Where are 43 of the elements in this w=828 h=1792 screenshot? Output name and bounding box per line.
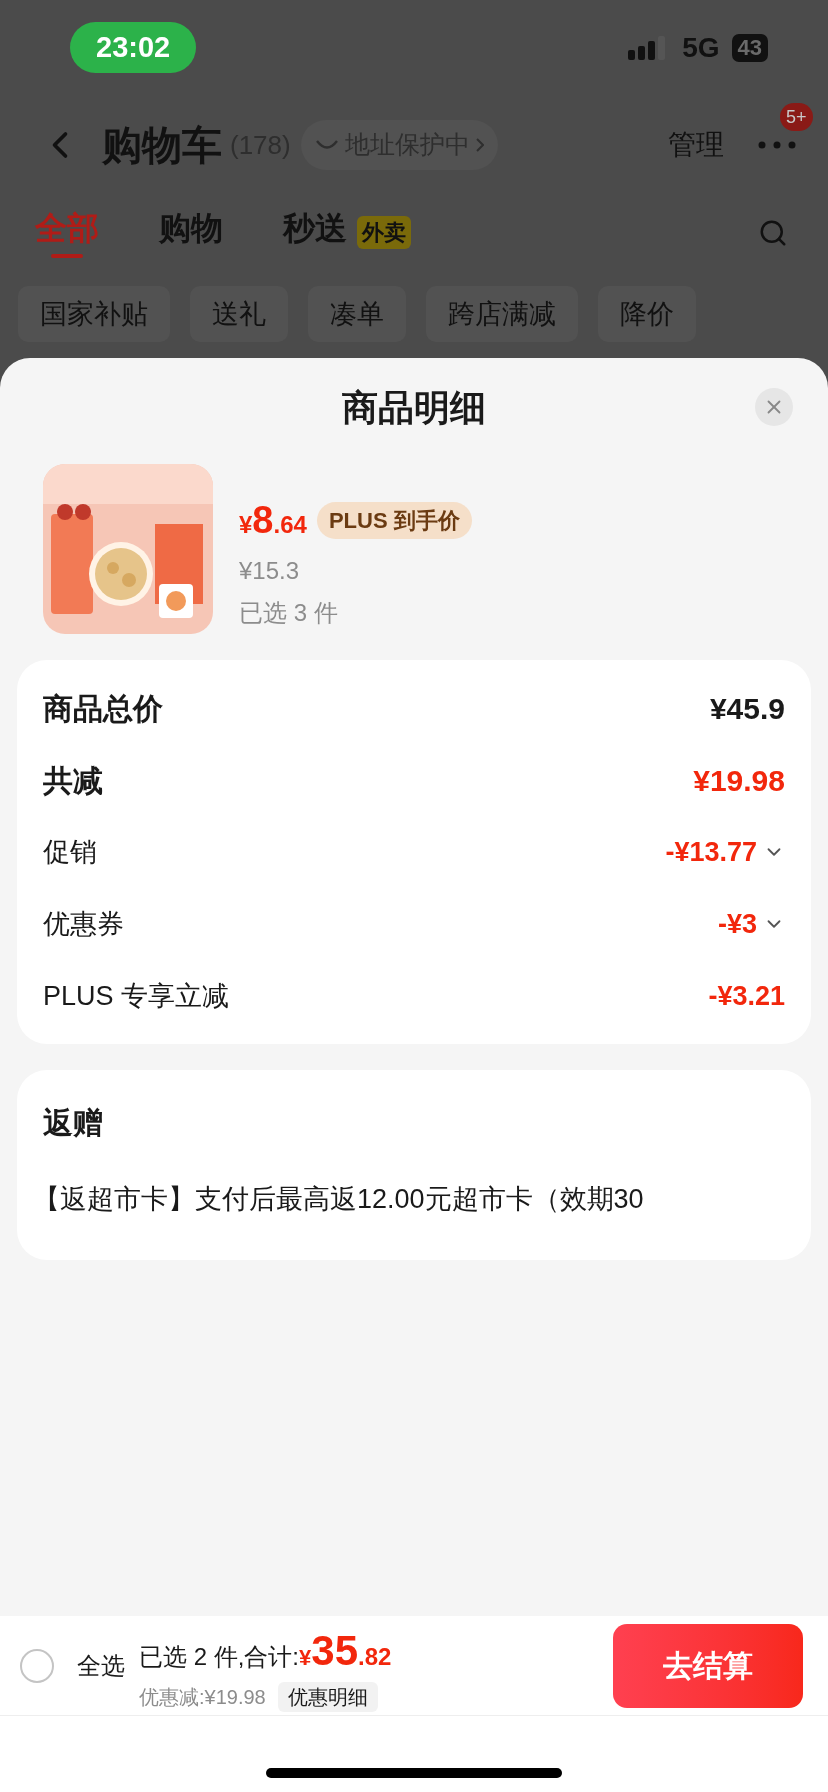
returns-title: 返赠 xyxy=(43,1105,104,1141)
select-all-label: 全选 xyxy=(77,1650,125,1681)
close-button[interactable] xyxy=(755,388,793,426)
tab[interactable]: 购物 xyxy=(159,207,223,258)
plus-price-badge: PLUS 到手价 xyxy=(316,502,472,539)
manage-button[interactable]: 管理 xyxy=(668,124,724,166)
selection-summary: 已选 2 件,合计: xyxy=(139,1642,300,1672)
tab[interactable]: 秒送 xyxy=(283,207,347,258)
filter-chip[interactable]: 送礼 xyxy=(190,286,288,342)
filter-chip[interactable]: 凑单 xyxy=(308,286,406,342)
summary-value: ¥19.98 xyxy=(693,762,785,799)
summary-label: 共减 xyxy=(43,762,103,799)
discount-amount: 优惠减:¥19.98 xyxy=(139,1685,266,1710)
summary-label: PLUS 专享立减 xyxy=(43,979,230,1013)
summary-label: 商品总价 xyxy=(43,690,163,727)
status-time: 23:02 xyxy=(70,21,197,74)
more-icon[interactable] xyxy=(758,141,796,149)
price: ¥8.64 xyxy=(239,498,307,543)
filter-chip[interactable]: 跨店满减 xyxy=(426,286,578,342)
network-label: 5G xyxy=(682,30,720,65)
filter-chip[interactable]: 降价 xyxy=(598,286,696,342)
total-price: ¥35.82 xyxy=(299,1626,392,1676)
filter-chip[interactable]: 国家补贴 xyxy=(18,286,170,342)
select-all-checkbox[interactable] xyxy=(20,1648,54,1683)
checkout-button[interactable]: 去结算 xyxy=(613,1623,803,1708)
summary-label: 优惠券 xyxy=(43,907,124,941)
summary-label: 促销 xyxy=(43,835,97,869)
chevron-right-icon xyxy=(475,138,484,152)
smile-icon xyxy=(314,138,339,152)
summary-value: -¥3 xyxy=(717,907,757,941)
notification-badge: 5+ xyxy=(780,103,813,131)
summary-value: -¥13.77 xyxy=(665,835,757,869)
returns-text: 【返超市卡】支付后最高返12.00元超市卡（效期30 xyxy=(33,1183,645,1216)
summary-value: -¥3.21 xyxy=(708,979,785,1013)
quantity-label: 已选 3 件 xyxy=(239,598,339,628)
sheet-title: 商品明细 xyxy=(342,386,486,430)
tab[interactable]: 全部 xyxy=(35,207,99,258)
page-title: 购物车 xyxy=(102,122,222,169)
summary-value: ¥45.9 xyxy=(709,690,785,727)
tab-tag: 外卖 xyxy=(357,216,411,249)
battery-indicator: 43 xyxy=(731,33,768,62)
original-price: ¥15.3 xyxy=(239,556,301,586)
discount-details-button[interactable]: 优惠明细 xyxy=(277,1682,378,1712)
